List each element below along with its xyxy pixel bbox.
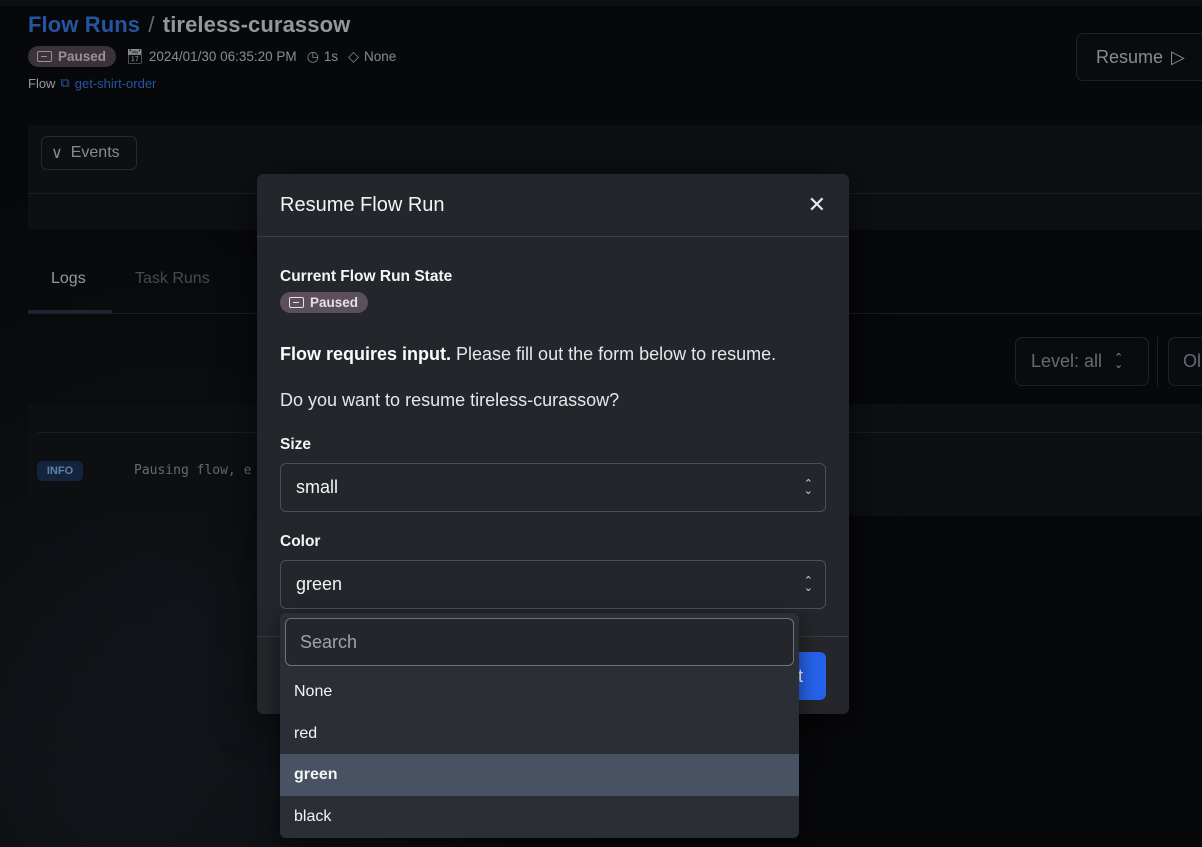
paused-icon bbox=[289, 297, 304, 308]
color-select[interactable]: green ⌃ ⌄ bbox=[280, 560, 826, 609]
size-select-value: small bbox=[296, 477, 339, 497]
dropdown-option-none[interactable]: None bbox=[280, 671, 799, 713]
dropdown-search-input[interactable] bbox=[285, 618, 794, 666]
close-icon[interactable]: ✕ bbox=[808, 192, 826, 218]
modal-state-badge-wrap: Paused bbox=[280, 292, 369, 313]
color-label: Color bbox=[280, 533, 321, 550]
dropdown-option-red[interactable]: red bbox=[280, 713, 799, 755]
chevron-updown-icon: ⌃ ⌄ bbox=[803, 574, 813, 594]
requires-input-rest: Please fill out the form below to resume… bbox=[451, 344, 777, 364]
modal-title: Resume Flow Run bbox=[280, 193, 445, 216]
dropdown-option-black[interactable]: black bbox=[280, 796, 799, 838]
state-badge-label: Paused bbox=[310, 295, 359, 310]
dropdown-option-green[interactable]: green bbox=[280, 754, 799, 796]
modal-header: Resume Flow Run ✕ bbox=[257, 174, 849, 237]
requires-input-bold: Flow requires input. bbox=[280, 344, 452, 364]
size-label: Size bbox=[280, 436, 312, 453]
current-state-label: Current Flow Run State bbox=[280, 268, 453, 285]
color-dropdown-menu: None red green black bbox=[280, 613, 799, 838]
resume-question: Do you want to resume tireless-curassow? bbox=[280, 390, 620, 410]
requires-input-message: Flow requires input. Please fill out the… bbox=[280, 344, 776, 365]
size-select[interactable]: small ⌃ ⌄ bbox=[280, 463, 826, 512]
state-badge: Paused bbox=[280, 292, 369, 313]
color-select-value: green bbox=[296, 574, 343, 594]
chevron-updown-icon: ⌃ ⌄ bbox=[803, 477, 813, 497]
